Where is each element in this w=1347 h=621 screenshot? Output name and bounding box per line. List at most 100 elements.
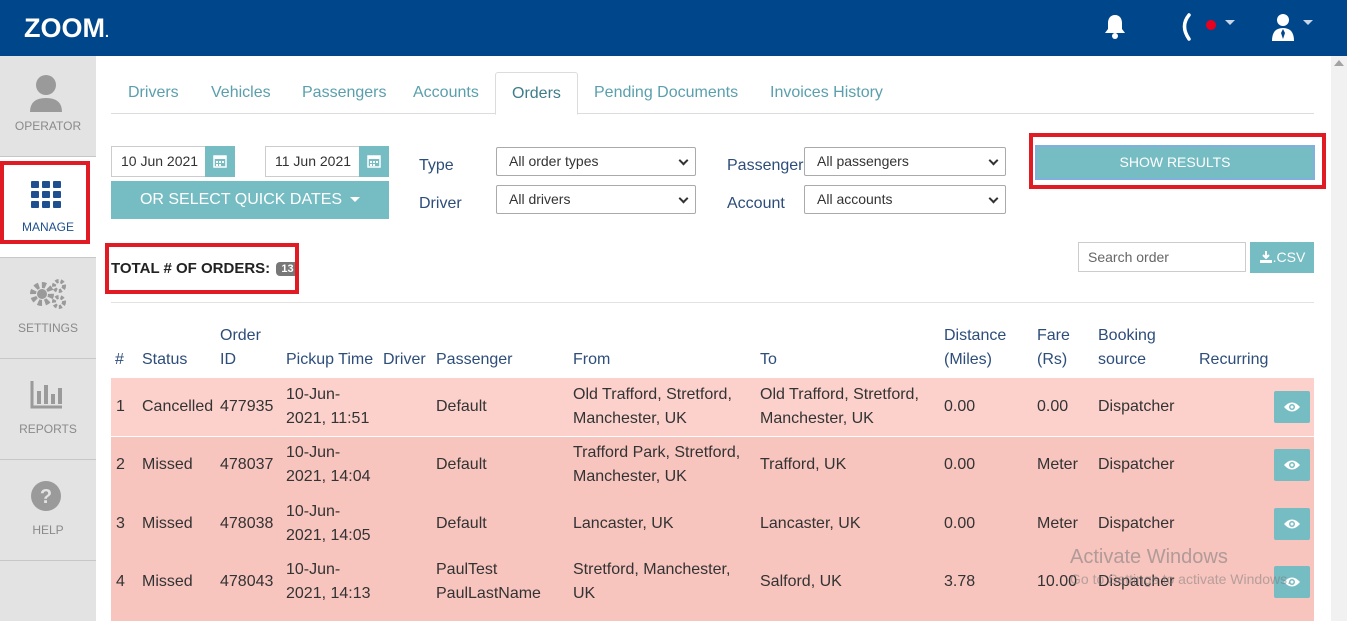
cell-order-id: 477935 <box>220 398 274 415</box>
cell-booking: Dispatcher <box>1098 456 1175 473</box>
eye-icon <box>1284 460 1300 470</box>
bar-chart-icon <box>0 377 96 417</box>
tab-bar: Drivers Vehicles Passengers Accounts Ord… <box>111 72 1314 115</box>
cell-order-id: 478043 <box>220 573 274 590</box>
col-header-from: From <box>573 351 611 368</box>
cell-num: 2 <box>116 456 125 473</box>
cell-to: Old Trafford, Stretford, Manchester, UK <box>760 386 919 427</box>
sidebar-item-reports[interactable]: REPORTS <box>0 359 96 460</box>
cell-status: Missed <box>142 515 193 532</box>
table-row[interactable]: 3 Missed 478038 10-Jun- 2021, 14:05 Defau… <box>111 495 1314 553</box>
eye-icon <box>1284 402 1300 412</box>
col-header-distance: Distance (Miles) <box>944 327 1007 368</box>
cell-passenger: PaulTest PaulLastName <box>436 561 541 602</box>
download-icon <box>1259 251 1272 263</box>
bell-icon[interactable] <box>1102 12 1128 45</box>
table-row[interactable]: 2 Missed 478037 10-Jun- 2021, 14:04 Defau… <box>111 437 1314 495</box>
type-select[interactable]: All order types <box>496 147 696 176</box>
col-header-to: To <box>760 351 777 368</box>
col-header-num: # <box>115 351 124 368</box>
sidebar-item-operator[interactable]: OPERATOR <box>0 56 96 157</box>
tab-pending-documents[interactable]: Pending Documents <box>578 72 754 114</box>
col-header-order-id: Order ID <box>220 327 261 368</box>
phone-icon[interactable] <box>1178 12 1194 47</box>
tab-vehicles[interactable]: Vehicles <box>195 72 287 114</box>
cell-status: Missed <box>142 573 193 590</box>
cell-num: 1 <box>116 398 125 415</box>
gears-icon <box>0 276 96 316</box>
sidebar-item-settings[interactable]: SETTINGS <box>0 258 96 359</box>
activation-watermark-subtitle: Go to Settings to activate Windows. <box>1070 571 1291 587</box>
cell-distance: 3.78 <box>944 573 976 590</box>
tab-orders[interactable]: Orders <box>495 72 578 115</box>
date-from-input[interactable]: 10 Jun 2021 <box>111 146 206 177</box>
svg-text:?: ? <box>40 486 52 508</box>
cell-passenger: Default <box>436 456 487 473</box>
col-header-status: Status <box>142 351 188 368</box>
cell-distance: 0.00 <box>944 456 976 473</box>
highlight-total-orders <box>105 243 299 294</box>
calendar-icon[interactable] <box>205 146 235 177</box>
account-select[interactable]: All accounts <box>804 185 1006 214</box>
cell-pickup: 10-Jun- 2021, 14:04 <box>286 444 371 485</box>
calendar-icon[interactable] <box>359 146 389 177</box>
highlight-manage <box>0 161 90 244</box>
person-icon <box>0 74 96 114</box>
scroll-up-icon[interactable] <box>1334 60 1344 66</box>
cell-from: Trafford Park, Stretford, Manchester, UK <box>573 444 741 485</box>
cell-from: Lancaster, UK <box>573 515 674 532</box>
view-button[interactable] <box>1274 449 1310 481</box>
tab-invoices-history[interactable]: Invoices History <box>754 72 899 114</box>
driver-label: Driver <box>419 195 462 212</box>
col-header-driver: Driver <box>383 351 426 368</box>
col-header-booking: Booking source <box>1098 327 1156 368</box>
cell-pickup: 10-Jun- 2021, 14:13 <box>286 561 371 602</box>
cell-to: Salford, UK <box>760 573 842 590</box>
scrollbar[interactable] <box>1331 56 1347 621</box>
status-dot <box>1206 20 1216 30</box>
chevron-down-icon <box>678 155 689 166</box>
app-logo[interactable]: ZOOM. <box>24 13 109 44</box>
view-button[interactable] <box>1274 391 1310 423</box>
cell-to: Trafford, UK <box>760 456 847 473</box>
tab-passengers[interactable]: Passengers <box>286 72 403 114</box>
passenger-select[interactable]: All passengers <box>804 147 1006 176</box>
cell-passenger: Default <box>436 398 487 415</box>
eye-icon <box>1284 519 1300 529</box>
tab-accounts[interactable]: Accounts <box>397 72 495 114</box>
help-icon: ? <box>0 478 96 518</box>
cell-to: Lancaster, UK <box>760 515 861 532</box>
col-header-fare: Fare (Rs) <box>1037 327 1070 368</box>
chevron-down-icon <box>678 193 689 204</box>
cell-fare: Meter <box>1037 515 1078 532</box>
cell-order-id: 478037 <box>220 456 274 473</box>
tab-drivers[interactable]: Drivers <box>112 72 195 114</box>
csv-download-button[interactable]: .CSV <box>1250 242 1314 273</box>
sidebar-item-help[interactable]: ? HELP <box>0 460 96 561</box>
search-order-input[interactable]: Search order <box>1078 242 1246 272</box>
cell-pickup: 10-Jun- 2021, 14:05 <box>286 503 371 544</box>
cell-from: Stretford, Manchester, UK <box>573 561 731 602</box>
cell-passenger: Default <box>436 515 487 532</box>
cell-from: Old Trafford, Stretford, Manchester, UK <box>573 386 732 427</box>
passenger-label: Passenger <box>727 157 804 174</box>
view-button[interactable] <box>1274 508 1310 540</box>
date-to-input[interactable]: 11 Jun 2021 <box>265 146 360 177</box>
activation-watermark-title: Activate Windows <box>1070 546 1228 568</box>
chevron-down-icon <box>988 193 999 204</box>
chevron-down-icon[interactable] <box>1303 20 1313 25</box>
cell-num: 4 <box>116 573 125 590</box>
table-row[interactable]: 1 Cancelled 477935 10-Jun- 2021, 11:51 De… <box>111 378 1314 436</box>
cell-distance: 0.00 <box>944 515 976 532</box>
cell-num: 3 <box>116 515 125 532</box>
driver-select[interactable]: All drivers <box>496 185 696 214</box>
col-header-passenger: Passenger <box>436 351 513 368</box>
user-icon[interactable] <box>1270 12 1296 47</box>
chevron-down-icon <box>988 155 999 166</box>
highlight-show-results <box>1029 133 1326 189</box>
cell-booking: Dispatcher <box>1098 515 1175 532</box>
cell-pickup: 10-Jun- 2021, 11:51 <box>286 386 370 427</box>
cell-fare: 0.00 <box>1037 398 1069 415</box>
chevron-down-icon[interactable] <box>1225 20 1235 25</box>
quick-dates-button[interactable]: OR SELECT QUICK DATES <box>111 181 389 219</box>
